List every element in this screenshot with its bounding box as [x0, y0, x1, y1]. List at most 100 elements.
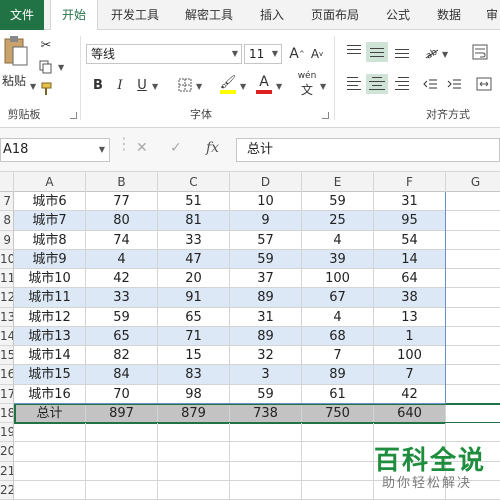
- column-header-a[interactable]: A: [14, 172, 86, 192]
- row-header[interactable]: 14: [0, 326, 14, 346]
- cell-g12[interactable]: [446, 288, 500, 308]
- cell-c20[interactable]: [158, 442, 230, 462]
- column-header-b[interactable]: B: [86, 172, 158, 192]
- paste-label[interactable]: 粘贴: [2, 72, 26, 89]
- enter-icon[interactable]: ✓: [170, 140, 182, 156]
- cell-g11[interactable]: [446, 269, 500, 289]
- borders-dropdown-icon[interactable]: ▼: [196, 82, 202, 91]
- cell-g9[interactable]: [446, 230, 500, 250]
- column-header-g[interactable]: G: [446, 172, 500, 192]
- increase-font-size-icon[interactable]: A ^: [288, 44, 306, 64]
- font-color-icon[interactable]: A: [254, 72, 274, 96]
- tab-developer[interactable]: 开发工具: [102, 0, 168, 30]
- borders-icon[interactable]: [176, 76, 194, 94]
- copy-icon[interactable]: [36, 58, 56, 76]
- align-center-icon[interactable]: [366, 74, 388, 94]
- tab-decrypt-tools[interactable]: 解密工具: [176, 0, 242, 30]
- column-header-c[interactable]: C: [158, 172, 230, 192]
- fill-color-icon[interactable]: 🖌: [218, 72, 238, 96]
- font-launcher-icon[interactable]: [322, 112, 329, 119]
- tab-file[interactable]: 文件: [0, 0, 44, 30]
- decrease-indent-icon[interactable]: [420, 74, 440, 94]
- cell-g10[interactable]: [446, 249, 500, 269]
- phonetic-guide-icon[interactable]: wén 文: [296, 71, 318, 97]
- row-header[interactable]: 19: [0, 423, 14, 443]
- format-painter-icon[interactable]: [36, 80, 56, 98]
- merge-center-icon[interactable]: [474, 74, 494, 94]
- row-header[interactable]: 11: [0, 269, 14, 289]
- name-box[interactable]: A18 ▼: [0, 138, 110, 162]
- italic-icon[interactable]: I: [112, 76, 128, 94]
- cell-g17[interactable]: [446, 384, 500, 404]
- underline-icon[interactable]: U: [134, 76, 150, 94]
- row-header[interactable]: 7: [0, 192, 14, 212]
- column-header-e[interactable]: E: [302, 172, 374, 192]
- bold-icon[interactable]: B: [90, 76, 106, 94]
- orientation-icon[interactable]: ab: [422, 42, 442, 62]
- cell-g13[interactable]: [446, 307, 500, 327]
- fill-color-dropdown-icon[interactable]: ▼: [240, 82, 246, 91]
- row-header[interactable]: 12: [0, 288, 14, 308]
- cell-b20[interactable]: [86, 442, 158, 462]
- align-bottom-icon[interactable]: [394, 44, 410, 58]
- row-header[interactable]: 15: [0, 346, 14, 366]
- row-header[interactable]: 20: [0, 442, 14, 462]
- cell-d22[interactable]: [230, 480, 302, 500]
- paste-button[interactable]: [2, 34, 30, 68]
- underline-dropdown-icon[interactable]: ▼: [152, 82, 158, 91]
- insert-function-icon[interactable]: fx: [206, 140, 219, 156]
- cell-a19[interactable]: [14, 423, 86, 443]
- increase-indent-icon[interactable]: [444, 74, 464, 94]
- copy-dropdown-icon[interactable]: ▼: [58, 63, 64, 72]
- cell-a22[interactable]: [14, 480, 86, 500]
- tab-home[interactable]: 开始: [50, 0, 98, 31]
- row-header[interactable]: 8: [0, 211, 14, 231]
- align-top-icon[interactable]: [346, 44, 362, 58]
- cell-g15[interactable]: [446, 346, 500, 366]
- cell-g16[interactable]: [446, 365, 500, 385]
- select-all-corner[interactable]: [0, 172, 14, 192]
- row-header[interactable]: 22: [0, 480, 14, 500]
- row-header[interactable]: 21: [0, 461, 14, 481]
- row-header[interactable]: 10: [0, 249, 14, 269]
- cell-b22[interactable]: [86, 480, 158, 500]
- cell-g8[interactable]: [446, 211, 500, 231]
- font-size-dropdown[interactable]: 11 ▼: [244, 44, 282, 64]
- align-middle-icon[interactable]: [366, 42, 388, 62]
- row-header[interactable]: 17: [0, 384, 14, 404]
- cell-a21[interactable]: [14, 461, 86, 481]
- cell-b21[interactable]: [86, 461, 158, 481]
- tab-data[interactable]: 数据: [428, 0, 470, 30]
- decrease-font-size-icon[interactable]: Av: [308, 44, 326, 64]
- cell-g7[interactable]: [446, 192, 500, 212]
- wrap-text-icon[interactable]: [470, 42, 490, 62]
- column-header-f[interactable]: F: [374, 172, 446, 192]
- phonetic-dropdown-icon[interactable]: ▼: [320, 82, 326, 91]
- cell-d21[interactable]: [230, 461, 302, 481]
- clipboard-launcher-icon[interactable]: [70, 112, 77, 119]
- font-color-dropdown-icon[interactable]: ▼: [276, 82, 282, 91]
- row-header[interactable]: 18: [0, 403, 14, 423]
- cell-c21[interactable]: [158, 461, 230, 481]
- row-header[interactable]: 9: [0, 230, 14, 250]
- cancel-icon[interactable]: ✕: [136, 140, 148, 156]
- cell-a20[interactable]: [14, 442, 86, 462]
- cut-icon[interactable]: ✂: [36, 36, 56, 54]
- row-header[interactable]: 16: [0, 365, 14, 385]
- tab-page-layout[interactable]: 页面布局: [302, 0, 368, 30]
- column-header-d[interactable]: D: [230, 172, 302, 192]
- cell-g14[interactable]: [446, 326, 500, 346]
- tab-review[interactable]: 审: [480, 0, 500, 30]
- tab-formulas[interactable]: 公式: [378, 0, 418, 30]
- align-left-icon[interactable]: [346, 76, 362, 90]
- cell-b19[interactable]: [86, 423, 158, 443]
- tab-insert[interactable]: 插入: [252, 0, 292, 30]
- align-right-icon[interactable]: [394, 76, 410, 90]
- font-name-dropdown[interactable]: 等线 ▼: [86, 44, 242, 64]
- orientation-dropdown-icon[interactable]: ▼: [442, 50, 448, 59]
- formula-input[interactable]: 总计: [236, 138, 500, 162]
- row-header[interactable]: 13: [0, 307, 14, 327]
- cell-d20[interactable]: [230, 442, 302, 462]
- cell-d19[interactable]: [230, 423, 302, 443]
- cell-c19[interactable]: [158, 423, 230, 443]
